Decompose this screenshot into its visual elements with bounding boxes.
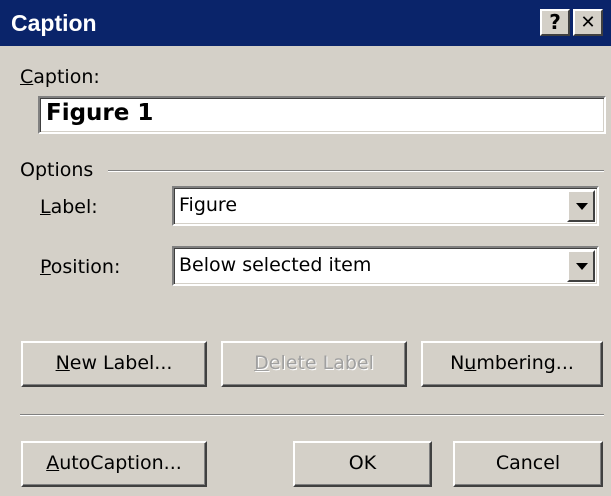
options-group-label: Options [20,159,94,181]
position-combobox[interactable]: Below selected item [172,246,599,286]
caption-label: Caption: [20,66,100,88]
chevron-down-icon [576,263,588,270]
bottom-separator [20,414,604,416]
delete-label-button[interactable]: Delete Label [221,341,407,387]
delete-label-accel: D [254,352,269,374]
delete-label-text: elete Label [268,352,374,374]
title-bar: Caption ? ✕ [0,0,611,46]
numbering-text: mbering... [476,352,574,374]
numbering-button[interactable]: Numbering... [421,341,603,387]
window-title: Caption [11,10,97,36]
new-label-button[interactable]: New Label... [21,341,207,387]
position-dropdown-button[interactable] [567,250,595,282]
caption-input[interactable]: Figure 1 [38,96,606,134]
label-field-accel: L [40,196,51,218]
ok-button[interactable]: OK [293,441,432,487]
label-combobox[interactable]: Figure [172,186,599,226]
position-field-label: Position: [40,256,120,278]
caption-input-value: Figure 1 [46,100,154,126]
label-dropdown-button[interactable] [567,190,595,222]
options-divider [108,170,604,172]
cancel-button[interactable]: Cancel [453,441,603,487]
autocaption-button[interactable]: AutoCaption... [21,441,207,487]
numbering-pre: N [450,352,465,374]
caption-label-text: aption: [33,66,100,88]
position-field-text: osition: [50,256,121,278]
label-field-text: abel: [50,196,98,218]
new-label-accel: N [55,352,70,374]
position-combobox-value: Below selected item [179,254,372,276]
autocaption-text: utoCaption... [59,452,182,474]
label-field-label: Label: [40,196,98,218]
position-field-accel: P [40,256,51,278]
chevron-down-icon [576,203,588,210]
help-button[interactable]: ? [540,9,570,36]
numbering-accel: u [464,352,477,374]
close-icon[interactable]: ✕ [573,9,603,36]
caption-label-accel: C [20,66,34,88]
new-label-text: ew Label... [69,352,173,374]
autocaption-accel: A [46,452,60,474]
label-combobox-value: Figure [179,194,238,216]
